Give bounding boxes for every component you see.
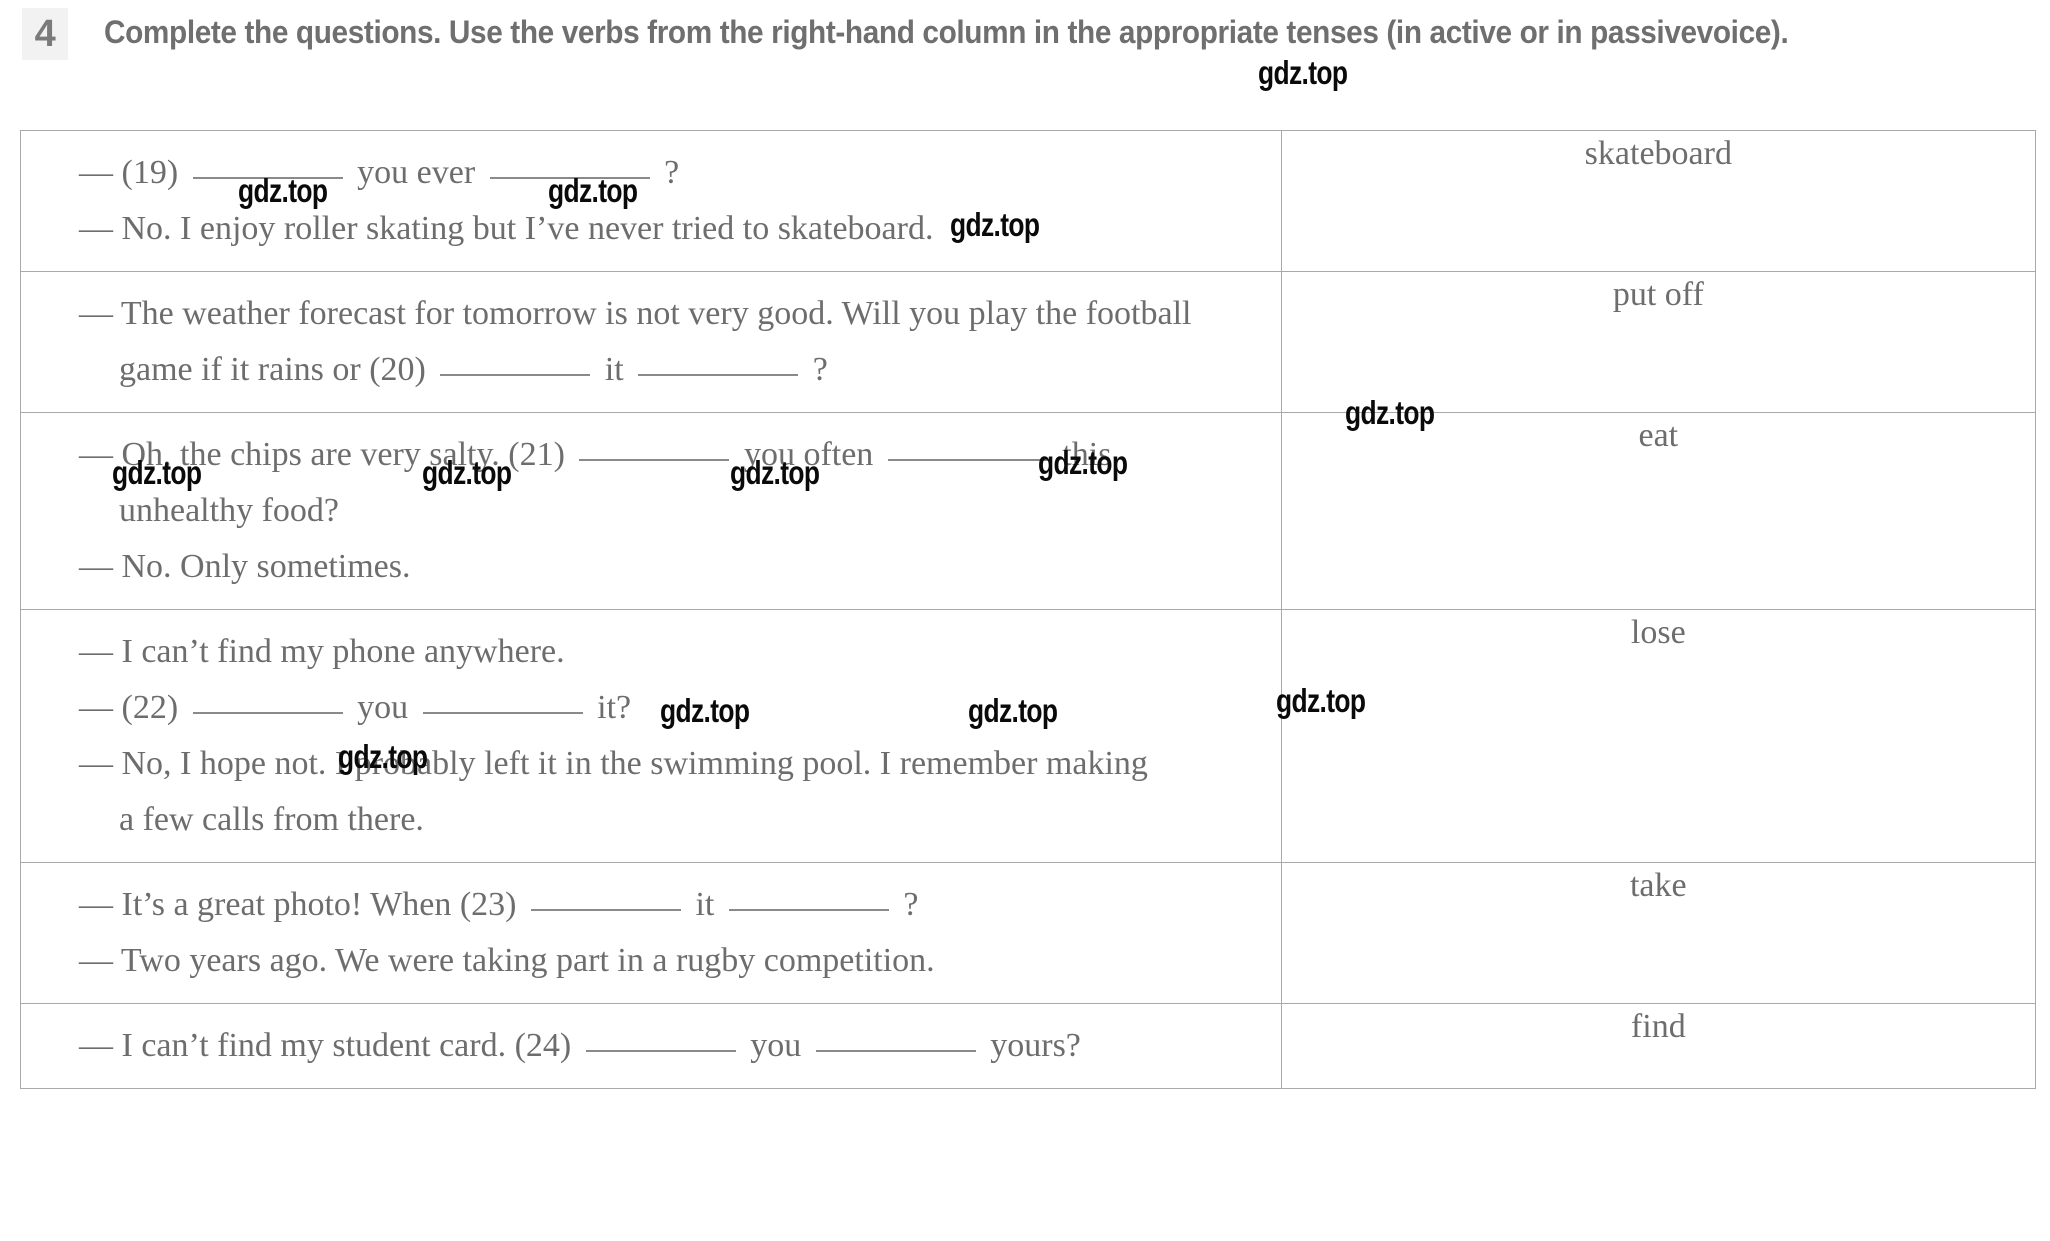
dialogue-text: it <box>686 886 723 923</box>
verb-label: take <box>1629 867 1687 904</box>
dialogue-cell: — I can’t find my phone anywhere. — (22) … <box>20 609 1282 863</box>
dialogue-text: — I can’t find my student card. (24) <box>79 1027 580 1064</box>
answer-blank[interactable] <box>440 374 591 376</box>
dialogue-text: — The weather forecast for tomorrow is n… <box>79 295 1192 332</box>
dialogue-text: you often <box>735 436 882 473</box>
dialogue-text: ? <box>655 154 680 191</box>
dialogue-text: a few calls from there. <box>119 801 424 838</box>
answer-blank[interactable] <box>815 1050 976 1052</box>
dialogue-line: — No. I enjoy roller skating but I’ve ne… <box>79 201 1261 257</box>
dialogue-text: — Oh, the chips are very salty. (21) <box>79 436 574 473</box>
dialogue-text: this <box>1053 436 1112 473</box>
verb-cell: take <box>1280 862 2037 1004</box>
verb-label: put off <box>1612 276 1704 313</box>
verb-label: eat <box>1638 417 1679 454</box>
answer-blank[interactable] <box>728 909 889 911</box>
dialogue-text: — No. I enjoy roller skating but I’ve ne… <box>79 210 934 247</box>
dialogue-line: — I can’t find my phone anywhere. <box>79 624 1261 680</box>
table-row: — I can’t find my phone anywhere. — (22) … <box>20 609 2037 863</box>
answer-blank[interactable] <box>192 177 343 179</box>
table-row: — It’s a great photo! When (23) it ? — Tw… <box>20 862 2037 1004</box>
dialogue-cell: — I can’t find my student card. (24) you… <box>20 1003 1282 1089</box>
table-row: — The weather forecast for tomorrow is n… <box>20 271 2037 413</box>
dialogue-text: it <box>596 351 633 388</box>
verb-cell: find <box>1280 1003 2037 1089</box>
dialogue-text: — I can’t find my phone anywhere. <box>79 633 565 670</box>
dialogue-cell: — Oh, the chips are very salty. (21) you… <box>20 412 1282 610</box>
answer-blank[interactable] <box>585 1050 736 1052</box>
answer-blank[interactable] <box>638 374 799 376</box>
dialogue-text: you <box>348 689 417 726</box>
questions-table: — (19) you ever ? — No. I enjoy roller sk… <box>20 130 2037 1089</box>
dialogue-text: — (19) <box>79 154 187 191</box>
dialogue-line: — Two years ago. We were taking part in … <box>79 933 1261 989</box>
verb-label: find <box>1630 1008 1686 1045</box>
exercise-number-badge: 4 <box>22 8 68 60</box>
dialogue-text: yours? <box>981 1027 1081 1064</box>
dialogue-text: it? <box>588 689 632 726</box>
dialogue-text: unhealthy food? <box>119 492 339 529</box>
dialogue-line: — It’s a great photo! When (23) it ? <box>79 877 1261 933</box>
table-row: — I can’t find my student card. (24) you… <box>20 1003 2037 1089</box>
dialogue-text: you ever <box>348 154 484 191</box>
verb-cell: skateboard <box>1280 130 2037 272</box>
dialogue-text: ? <box>804 351 828 388</box>
dialogue-text: — No. Only sometimes. <box>79 548 411 585</box>
verb-cell: eat <box>1280 412 2037 610</box>
dialogue-text: — (22) <box>79 689 187 726</box>
dialogue-line: — No. Only sometimes. <box>79 539 1261 595</box>
dialogue-line: — (19) you ever ? <box>79 145 1261 201</box>
answer-blank[interactable] <box>579 459 730 461</box>
dialogue-text: you <box>741 1027 810 1064</box>
answer-blank[interactable] <box>192 712 343 714</box>
table-row: — Oh, the chips are very salty. (21) you… <box>20 412 2037 610</box>
dialogue-cell: — The weather forecast for tomorrow is n… <box>20 271 1282 413</box>
dialogue-text: — It’s a great photo! When (23) <box>79 886 525 923</box>
table-row: — (19) you ever ? — No. I enjoy roller sk… <box>20 130 2037 272</box>
dialogue-line: — Oh, the chips are very salty. (21) you… <box>79 427 1261 483</box>
verb-cell: put off <box>1280 271 2037 413</box>
dialogue-text: — Two years ago. We were taking part in … <box>79 942 935 979</box>
dialogue-cell: — It’s a great photo! When (23) it ? — Tw… <box>20 862 1282 1004</box>
answer-blank[interactable] <box>887 459 1048 461</box>
dialogue-cell: — (19) you ever ? — No. I enjoy roller sk… <box>20 130 1282 272</box>
dialogue-line: — (22) you it? <box>79 680 1261 736</box>
verb-cell: lose <box>1280 609 2037 863</box>
answer-blank[interactable] <box>422 712 583 714</box>
dialogue-line: game if it rains or (20) it ? <box>79 342 1261 398</box>
dialogue-line: a few calls from there. <box>79 792 1261 848</box>
verb-label: lose <box>1630 614 1686 651</box>
dialogue-text: — No, I hope not. I probably left it in … <box>79 745 1148 782</box>
dialogue-line: — I can’t find my student card. (24) you… <box>79 1018 1261 1074</box>
dialogue-line: — The weather forecast for tomorrow is n… <box>79 286 1261 342</box>
dialogue-line: — No, I hope not. I probably left it in … <box>79 736 1261 792</box>
dialogue-line: unhealthy food? <box>79 483 1261 539</box>
exercise-header: 4 Complete the questions. Use the verbs … <box>0 0 2050 130</box>
answer-blank[interactable] <box>530 909 681 911</box>
dialogue-text: ? <box>894 886 919 923</box>
dialogue-text: game if it rains or (20) <box>119 351 435 388</box>
answer-blank[interactable] <box>489 177 650 179</box>
exercise-instruction: Complete the questions. Use the verbs fr… <box>104 14 1789 50</box>
verb-label: skateboard <box>1584 135 1732 172</box>
